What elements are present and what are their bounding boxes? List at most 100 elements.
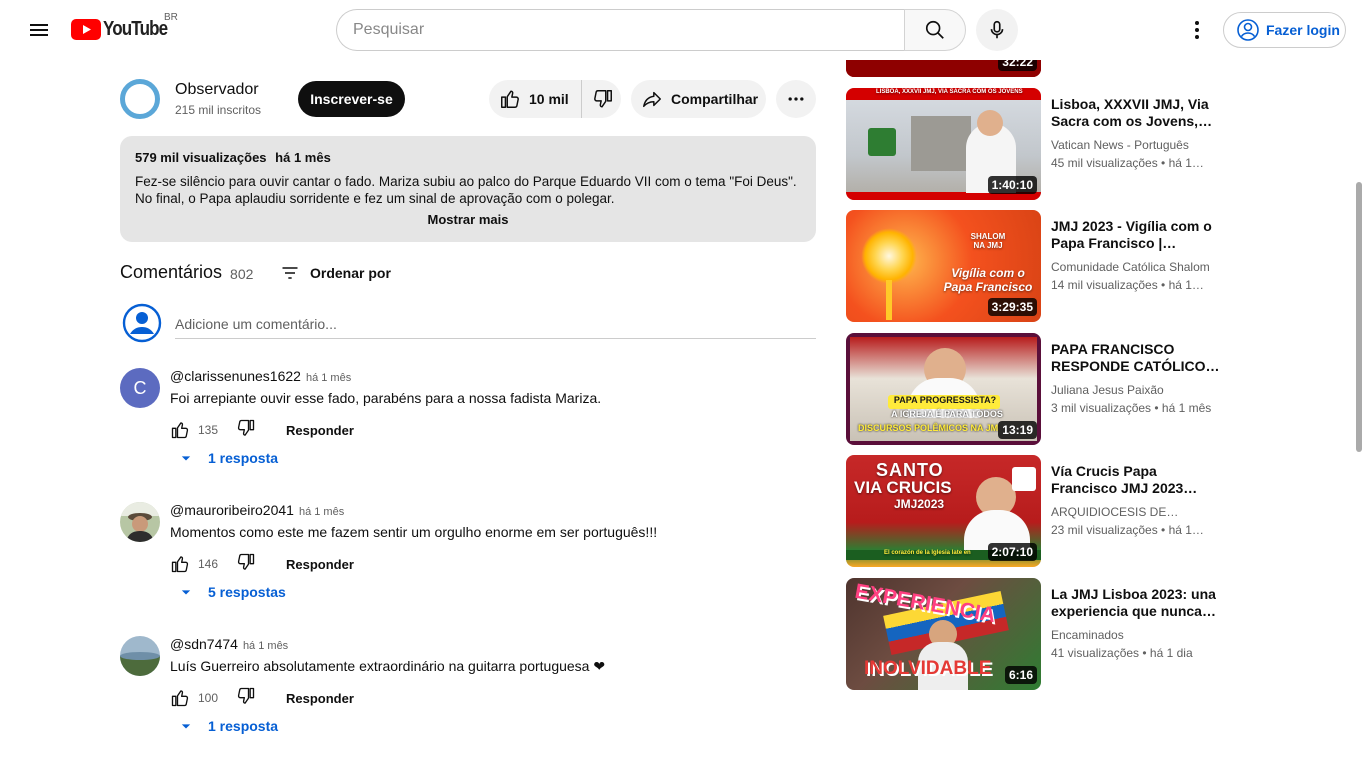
- comment-like-button[interactable]: 135: [170, 420, 234, 440]
- thumbnail-caption: VIA CRUCIS: [854, 478, 952, 497]
- youtube-logo[interactable]: YouTube: [71, 17, 179, 41]
- voice-search-button[interactable]: [976, 9, 1018, 51]
- related-video[interactable]: PAPA PROGRESSISTA? A IGREJA É PARA TODOS…: [846, 333, 1226, 445]
- video-channel[interactable]: Juliana Jesus Paixão: [1051, 383, 1226, 397]
- show-more-button[interactable]: Mostrar mais: [135, 212, 801, 227]
- comment-thread: C @clarissenunes1622 há 1 mês Foi arrepia…: [120, 368, 816, 498]
- comment-author[interactable]: @clarissenunes1622 há 1 mês: [170, 368, 351, 384]
- add-comment-input[interactable]: [175, 313, 816, 339]
- video-duration: 3:29:35: [987, 298, 1037, 316]
- comment-thread: @mauroribeiro2041 há 1 mês Momentos como …: [120, 502, 816, 632]
- commenter-avatar[interactable]: C: [120, 368, 160, 408]
- description-meta: 579 mil visualizações há 1 mês: [135, 150, 801, 165]
- avatar-letter: C: [133, 377, 147, 398]
- video-meta: 14 mil visualizações • há 1…: [1051, 278, 1204, 292]
- thumbnail-caption: LISBOA, XXXVII JMJ, VIA SACRA COM OS JOV…: [876, 89, 1023, 95]
- thumbs-up-icon: [171, 690, 189, 707]
- video-thumbnail[interactable]: SHALOM NA JMJ Vigília com o Papa Francis…: [846, 210, 1041, 322]
- video-thumbnail[interactable]: SANTO VIA CRUCIS JMJ2023 El corazón de l…: [846, 455, 1041, 567]
- commenter-avatar[interactable]: [120, 502, 160, 542]
- comment-like-button[interactable]: 100: [170, 688, 234, 708]
- dislike-button[interactable]: [582, 80, 614, 118]
- reply-button[interactable]: Responder: [286, 423, 354, 438]
- comments-header: Comentários 802: [120, 262, 253, 283]
- video-duration: 2:07:10: [987, 543, 1037, 561]
- share-label: Compartilhar: [671, 91, 759, 107]
- avatar-photo: [120, 502, 160, 542]
- comments-count: 802: [230, 266, 254, 282]
- country-code: BR: [164, 12, 178, 23]
- page-scrollbar[interactable]: [1356, 182, 1362, 452]
- menu-button[interactable]: [19, 10, 59, 50]
- share-icon: [643, 91, 661, 108]
- subscribe-button[interactable]: Inscrever-se: [298, 81, 405, 117]
- author-handle[interactable]: @mauroribeiro2041: [170, 502, 294, 518]
- sign-in-label: Fazer login: [1266, 22, 1340, 38]
- sort-comments-button[interactable]: Ordenar por: [280, 263, 391, 283]
- video-title[interactable]: JMJ 2023 - Vigília com o Papa Francisco …: [1051, 218, 1226, 252]
- video-title[interactable]: Lisboa, XXXVII JMJ, Via Sacra com os Jov…: [1051, 96, 1226, 130]
- reply-button[interactable]: Responder: [286, 557, 354, 572]
- video-duration: 13:19: [998, 421, 1037, 439]
- comment-dislike-button[interactable]: [236, 418, 256, 443]
- comment-author[interactable]: @sdn7474 há 1 mês: [170, 636, 288, 652]
- like-button[interactable]: 10 mil: [489, 80, 582, 118]
- sign-in-button[interactable]: Fazer login: [1223, 12, 1346, 48]
- author-handle[interactable]: @clarissenunes1622: [170, 368, 301, 384]
- video-duration: 1:40:10: [987, 176, 1037, 194]
- view-count: 579 mil visualizações: [135, 150, 267, 165]
- channel-name[interactable]: Observador: [175, 81, 259, 99]
- comment-like-button[interactable]: 146: [170, 554, 234, 574]
- video-title[interactable]: Vía Crucis Papa Francisco JMJ 2023 Lisbo…: [1051, 463, 1226, 497]
- more-actions-button[interactable]: [776, 80, 816, 118]
- video-description[interactable]: 579 mil visualizações há 1 mês Fez-se si…: [120, 136, 816, 242]
- related-video[interactable]: SHALOM NA JMJ Vigília com o Papa Francis…: [846, 210, 1226, 322]
- settings-menu-button[interactable]: [1177, 10, 1217, 50]
- comment-actions: 146 Responder: [170, 548, 354, 580]
- comment-time[interactable]: há 1 mês: [243, 640, 288, 652]
- video-channel[interactable]: Vatican News - Português: [1051, 138, 1226, 152]
- related-video[interactable]: LISBOA, XXXVII JMJ, VIA SACRA COM OS JOV…: [846, 88, 1226, 200]
- share-button[interactable]: Compartilhar: [631, 80, 766, 118]
- thumbnail-caption: A IGREJA É PARA TODOS: [891, 409, 1003, 419]
- description-text: Fez-se silêncio para ouvir cantar o fado…: [135, 174, 797, 206]
- search-button[interactable]: [904, 9, 966, 51]
- video-channel[interactable]: ARQUIDIOCESIS DE…: [1051, 505, 1226, 519]
- author-handle[interactable]: @sdn7474: [170, 636, 238, 652]
- thumbnail-caption: El corazón de la Iglesia late en: [884, 550, 971, 556]
- video-meta: 3 mil visualizações • há 1 mês: [1051, 401, 1212, 415]
- comment-time[interactable]: há 1 mês: [299, 506, 344, 518]
- search-icon: [925, 20, 944, 39]
- upload-date: há 1 mês: [275, 150, 331, 165]
- comment-time[interactable]: há 1 mês: [306, 372, 351, 384]
- thumbnail-caption: SHALOM NA JMJ: [970, 232, 1006, 250]
- reply-button[interactable]: Responder: [286, 691, 354, 706]
- comment-text: Luís Guerreiro absolutamente extraordiná…: [170, 658, 606, 674]
- channel-avatar[interactable]: [120, 79, 160, 119]
- video-thumbnail[interactable]: LISBOA, XXXVII JMJ, VIA SACRA COM OS JOV…: [846, 88, 1041, 200]
- video-title[interactable]: PAPA FRANCISCO RESPONDE CATÓLICOS N…: [1051, 341, 1226, 375]
- video-meta: 45 mil visualizações • há 1…: [1051, 156, 1204, 170]
- video-title[interactable]: La JMJ Lisboa 2023: una experiencia que …: [1051, 586, 1226, 620]
- more-horizontal-icon: [788, 97, 804, 101]
- comment-like-count: 135: [198, 423, 219, 437]
- comment-dislike-button[interactable]: [236, 552, 256, 577]
- like-count: 10 mil: [529, 91, 569, 107]
- video-thumbnail[interactable]: EXPERIENCIA INOLVIDABLE 6:16: [846, 578, 1041, 690]
- video-meta: 23 mil visualizações • há 1…: [1051, 523, 1204, 537]
- related-video[interactable]: EXPERIENCIA INOLVIDABLE 6:16 La JMJ Lisb…: [846, 578, 1226, 690]
- commenter-avatar[interactable]: [120, 636, 160, 676]
- video-channel[interactable]: Encaminados: [1051, 628, 1226, 642]
- video-duration: 6:16: [1004, 666, 1037, 684]
- thumbnail-caption: JMJ2023: [894, 497, 945, 511]
- comment-dislike-button[interactable]: [236, 686, 256, 711]
- view-replies-button[interactable]: 1 resposta: [176, 716, 278, 736]
- search-input[interactable]: [336, 9, 904, 51]
- video-thumbnail[interactable]: PAPA PROGRESSISTA? A IGREJA É PARA TODOS…: [846, 333, 1041, 445]
- comment-author[interactable]: @mauroribeiro2041 há 1 mês: [170, 502, 344, 518]
- view-replies-button[interactable]: 1 resposta: [176, 448, 278, 468]
- video-channel[interactable]: Comunidade Católica Shalom: [1051, 260, 1226, 274]
- microphone-icon: [990, 20, 1004, 39]
- view-replies-button[interactable]: 5 respostas: [176, 582, 286, 602]
- related-video[interactable]: SANTO VIA CRUCIS JMJ2023 El corazón de l…: [846, 455, 1226, 567]
